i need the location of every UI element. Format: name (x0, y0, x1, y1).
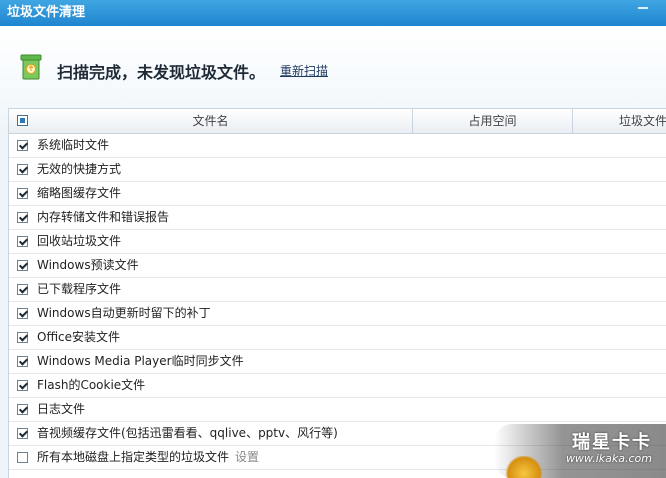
row-label: Flash的Cookie文件 (37, 374, 145, 397)
row-label: 音视频缓存文件(包括迅雷看看、qqlive、pptv、风行等) (37, 422, 338, 445)
table-header: 文件名 占用空间 垃圾文件 (9, 109, 666, 134)
scan-result-message: 扫描完成，未发现垃圾文件。 (57, 63, 266, 82)
row-checkbox[interactable] (17, 140, 28, 151)
row-checkbox[interactable] (17, 404, 28, 415)
row-label-text: Windows Media Player临时同步文件 (37, 354, 244, 368)
row-checkbox[interactable] (17, 212, 28, 223)
table-row[interactable]: Windows预读文件 (9, 254, 666, 278)
watermark-swirl-icon (504, 456, 544, 478)
watermark-logo: 瑞星卡卡 (572, 432, 652, 453)
row-label-text: Windows预读文件 (37, 258, 139, 272)
row-label: 内存转储文件和错误报告 (37, 206, 169, 229)
row-label: Windows预读文件 (37, 254, 139, 277)
row-label: 所有本地磁盘上指定类型的垃圾文件 设置 (37, 446, 259, 469)
row-label-text: 无效的快捷方式 (37, 162, 122, 176)
table-row[interactable]: 内存转储文件和错误报告 (9, 206, 666, 230)
table-row[interactable]: Flash的Cookie文件 (9, 374, 666, 398)
scan-status-area: 扫描完成，未发现垃圾文件。 重新扫描 (0, 26, 666, 108)
minimize-button[interactable] (638, 7, 648, 9)
row-checkbox[interactable] (17, 236, 28, 247)
watermark-url: www.ikaka.com (565, 452, 652, 465)
row-label-text: 系统临时文件 (37, 138, 110, 152)
row-checkbox[interactable] (17, 164, 28, 175)
row-checkbox[interactable] (17, 332, 28, 343)
table-body: 系统临时文件 无效的快捷方式 缩略图缓存文件内存转储文件和错误报告 回收站垃圾文件 Wi… (9, 134, 666, 470)
table-row[interactable]: 系统临时文件 (9, 134, 666, 158)
table-row[interactable]: 缩略图缓存文件 (9, 182, 666, 206)
table-row[interactable]: 无效的快捷方式 (9, 158, 666, 182)
row-label: 缩略图缓存文件 (37, 182, 121, 205)
row-checkbox[interactable] (17, 308, 28, 319)
rescan-link[interactable]: 重新扫描 (280, 62, 328, 79)
row-label: Windows自动更新时留下的补丁 (37, 302, 211, 325)
row-checkbox[interactable] (17, 452, 28, 463)
column-header-size[interactable]: 占用空间 (413, 109, 573, 133)
row-checkbox[interactable] (17, 356, 28, 367)
row-checkbox[interactable] (17, 428, 28, 439)
table-row[interactable]: 回收站垃圾文件 (9, 230, 666, 254)
row-label-text: 所有本地磁盘上指定类型的垃圾文件 (37, 450, 230, 464)
row-label-text: 日志文件 (37, 402, 86, 416)
recycle-bin-icon (20, 54, 42, 80)
table-row[interactable]: 日志文件 (9, 398, 666, 422)
row-label: 已下载程序文件 (37, 278, 121, 301)
column-header-junk-files[interactable]: 垃圾文件 (573, 109, 666, 133)
row-label: Windows Media Player临时同步文件 (37, 350, 244, 373)
row-label-text: Office安装文件 (37, 330, 121, 344)
row-label: 系统临时文件 (37, 134, 109, 157)
table-row[interactable]: 已下载程序文件 (9, 278, 666, 302)
table-row[interactable]: Windows Media Player临时同步文件 (9, 350, 666, 374)
row-checkbox[interactable] (17, 260, 28, 271)
row-label: 日志文件 (37, 398, 85, 421)
row-label-text: 内存转储文件和错误报告 (37, 210, 170, 224)
junk-file-table: 文件名 占用空间 垃圾文件 系统临时文件 无效的快捷方式 缩略图缓存文件内存转储文件… (8, 108, 666, 478)
row-label-text: Flash的Cookie文件 (37, 378, 146, 392)
row-label-text: 音视频缓存文件(包括迅雷看看、qqlive、pptv、风行等) (37, 426, 338, 440)
window-titlebar: 垃圾文件清理 (0, 0, 666, 26)
row-label-text: 缩略图缓存文件 (37, 186, 122, 200)
row-label: 回收站垃圾文件 (37, 230, 121, 253)
row-label-text: 已下载程序文件 (37, 282, 122, 296)
row-settings-link[interactable]: 设置 (235, 450, 259, 464)
row-label-text: 回收站垃圾文件 (37, 234, 122, 248)
table-row[interactable]: Office安装文件 (9, 326, 666, 350)
window-title: 垃圾文件清理 (7, 5, 86, 20)
row-checkbox[interactable] (17, 284, 28, 295)
row-label: Office安装文件 (37, 326, 120, 349)
row-label: 无效的快捷方式 (37, 158, 121, 181)
row-label-text: Windows自动更新时留下的补丁 (37, 306, 211, 320)
row-checkbox[interactable] (17, 380, 28, 391)
column-header-filename[interactable]: 文件名 (9, 109, 413, 133)
row-checkbox[interactable] (17, 188, 28, 199)
select-all-checkbox[interactable] (17, 115, 28, 126)
table-row[interactable]: Windows自动更新时留下的补丁 (9, 302, 666, 326)
